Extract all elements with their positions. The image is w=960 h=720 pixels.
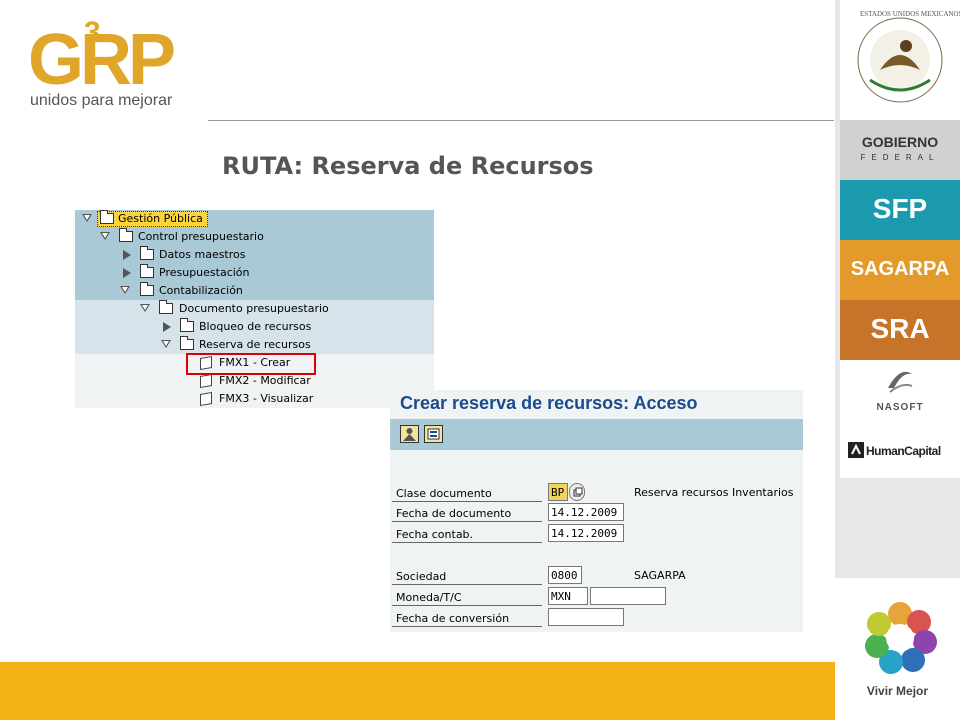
clase-documento-desc: Reserva recursos Inventarios <box>634 486 794 499</box>
folder-icon <box>140 264 154 278</box>
search-help-icon[interactable] <box>569 483 585 501</box>
sociedad-desc: SAGARPA <box>634 569 686 582</box>
gobierno-federal-banner: GOBIERNO FEDERAL <box>840 120 960 180</box>
fecha-documento-label: Fecha de documento <box>392 503 542 522</box>
detail-icon <box>427 428 440 440</box>
fecha-contab-label: Fecha contab. <box>392 524 542 543</box>
g3rp-logo: GRP 3 unidos para mejorar <box>28 18 208 114</box>
tree-node-label: Control presupuestario <box>138 230 264 243</box>
nasoft-swirl-icon <box>888 371 913 393</box>
folder-icon <box>140 246 154 260</box>
moneda-field[interactable]: MXN <box>548 587 588 605</box>
header-divider <box>208 120 834 121</box>
tree-node-reserva-de-recursos[interactable]: Reserva de recursos <box>75 336 434 354</box>
transaction-cube-icon <box>200 391 212 407</box>
tree-node-label: Presupuestación <box>159 266 250 279</box>
tree-node-label: Contabilización <box>159 284 243 297</box>
row-moneda: Moneda/T/C MXN <box>392 587 802 606</box>
folder-open-icon <box>159 300 173 314</box>
tree-node-label: Reserva de recursos <box>199 338 311 351</box>
vivir-mejor-logo: Vivir Mejor <box>835 578 960 720</box>
row-fecha-contab: Fecha contab. 14.12.2009 <box>392 524 802 543</box>
vivir-mejor-flower-icon <box>865 602 937 674</box>
logo-superscript: 3 <box>84 16 101 49</box>
tree-node-fmx3[interactable]: FMX3 - Visualizar <box>75 390 434 408</box>
moneda-label: Moneda/T/C <box>392 587 542 606</box>
expand-arrow-icon[interactable] <box>161 340 171 348</box>
tree-node-gestion-publica[interactable]: Gestión Pública <box>75 210 434 228</box>
expand-arrow-icon[interactable] <box>140 304 150 312</box>
tree-node-label: Datos maestros <box>159 248 246 261</box>
tipo-cambio-field[interactable] <box>590 587 666 605</box>
humancapital-label: HumanCapital <box>866 444 941 458</box>
clase-documento-field[interactable]: BP <box>548 483 568 501</box>
sfp-label: SFP <box>872 193 928 224</box>
collapse-arrow-icon[interactable] <box>163 322 171 332</box>
expand-arrow-icon[interactable] <box>100 232 110 240</box>
tree-node-label: Documento presupuestario <box>179 302 329 315</box>
fmx1-highlight-box <box>186 353 316 375</box>
sagarpa-banner: SAGARPA <box>840 240 960 300</box>
tree-node-label: Gestión Pública <box>118 212 203 225</box>
folder-open-icon <box>119 228 133 242</box>
sponsor-logos: NASOFT HumanCapital <box>840 360 960 478</box>
seal-text: ESTADOS UNIDOS MEXICANOS <box>860 10 960 18</box>
tree-node-documento-presupuestario[interactable]: Documento presupuestario <box>75 300 434 318</box>
tree-node-label: FMX2 - Modificar <box>219 374 311 387</box>
fecha-contab-field[interactable]: 14.12.2009 <box>548 524 624 542</box>
folder-open-icon <box>180 336 194 350</box>
crear-reserva-dialog: Crear reserva de recursos: Acceso Clase … <box>390 390 803 632</box>
fecha-conversion-field[interactable] <box>548 608 624 626</box>
transaction-cube-icon <box>200 373 212 389</box>
fecha-conversion-label: Fecha de conversión <box>392 608 542 627</box>
expand-arrow-icon[interactable] <box>120 286 130 294</box>
detail-icon-button[interactable] <box>424 425 443 443</box>
person-icon-button[interactable] <box>400 425 419 443</box>
tree-node-presupuestacion[interactable]: Presupuestación <box>75 264 434 282</box>
clase-documento-label: Clase documento <box>392 483 542 502</box>
sagarpa-label: SAGARPA <box>850 258 950 280</box>
vivir-mejor-label: Vivir Mejor <box>866 684 929 698</box>
application-toolbar <box>390 419 803 450</box>
page-title: RUTA: Reserva de Recursos <box>222 152 594 180</box>
row-fecha-documento: Fecha de documento 14.12.2009 <box>392 503 802 522</box>
gobierno-label: GOBIERNO <box>861 134 939 150</box>
humancapital-icon <box>848 442 864 458</box>
sociedad-field[interactable]: 0800 <box>548 566 582 584</box>
folder-open-icon <box>140 282 154 296</box>
sfp-banner: SFP <box>840 180 960 240</box>
tree-node-bloqueo-de-recursos[interactable]: Bloqueo de recursos <box>75 318 434 336</box>
tree-node-label: Bloqueo de recursos <box>199 320 312 333</box>
row-fecha-conversion: Fecha de conversión <box>392 608 802 627</box>
sra-banner: SRA <box>840 300 960 360</box>
folder-icon <box>180 318 194 332</box>
sap-menu-tree: Gestión Pública Control presupuestario D… <box>75 210 434 408</box>
federal-label: FEDERAL <box>860 153 940 162</box>
seal-emblem-icon <box>857 17 943 103</box>
collapse-arrow-icon[interactable] <box>123 250 131 260</box>
dialog-title: Crear reserva de recursos: Acceso <box>400 393 698 413</box>
mexico-seal: ESTADOS UNIDOS MEXICANOS <box>840 0 960 120</box>
logo-tagline: unidos para mejorar <box>30 92 173 109</box>
row-clase-documento: Clase documento BP Reserva recursos Inve… <box>392 483 802 502</box>
sociedad-label: Sociedad <box>392 566 542 585</box>
collapse-arrow-icon[interactable] <box>123 268 131 278</box>
expand-arrow-icon[interactable] <box>82 214 92 222</box>
tree-node-control-presupuestario[interactable]: Control presupuestario <box>75 228 434 246</box>
tree-node-contabilizacion[interactable]: Contabilización <box>75 282 434 300</box>
nasoft-label: NASOFT <box>876 402 924 413</box>
footer-bar <box>0 662 835 720</box>
sra-label: SRA <box>870 313 930 344</box>
tree-node-datos-maestros[interactable]: Datos maestros <box>75 246 434 264</box>
fecha-documento-field[interactable]: 14.12.2009 <box>548 503 624 521</box>
person-icon <box>403 428 416 441</box>
folder-open-icon <box>100 210 114 224</box>
row-sociedad: Sociedad 0800 SAGARPA <box>392 566 802 585</box>
tree-node-label: FMX3 - Visualizar <box>219 392 314 405</box>
